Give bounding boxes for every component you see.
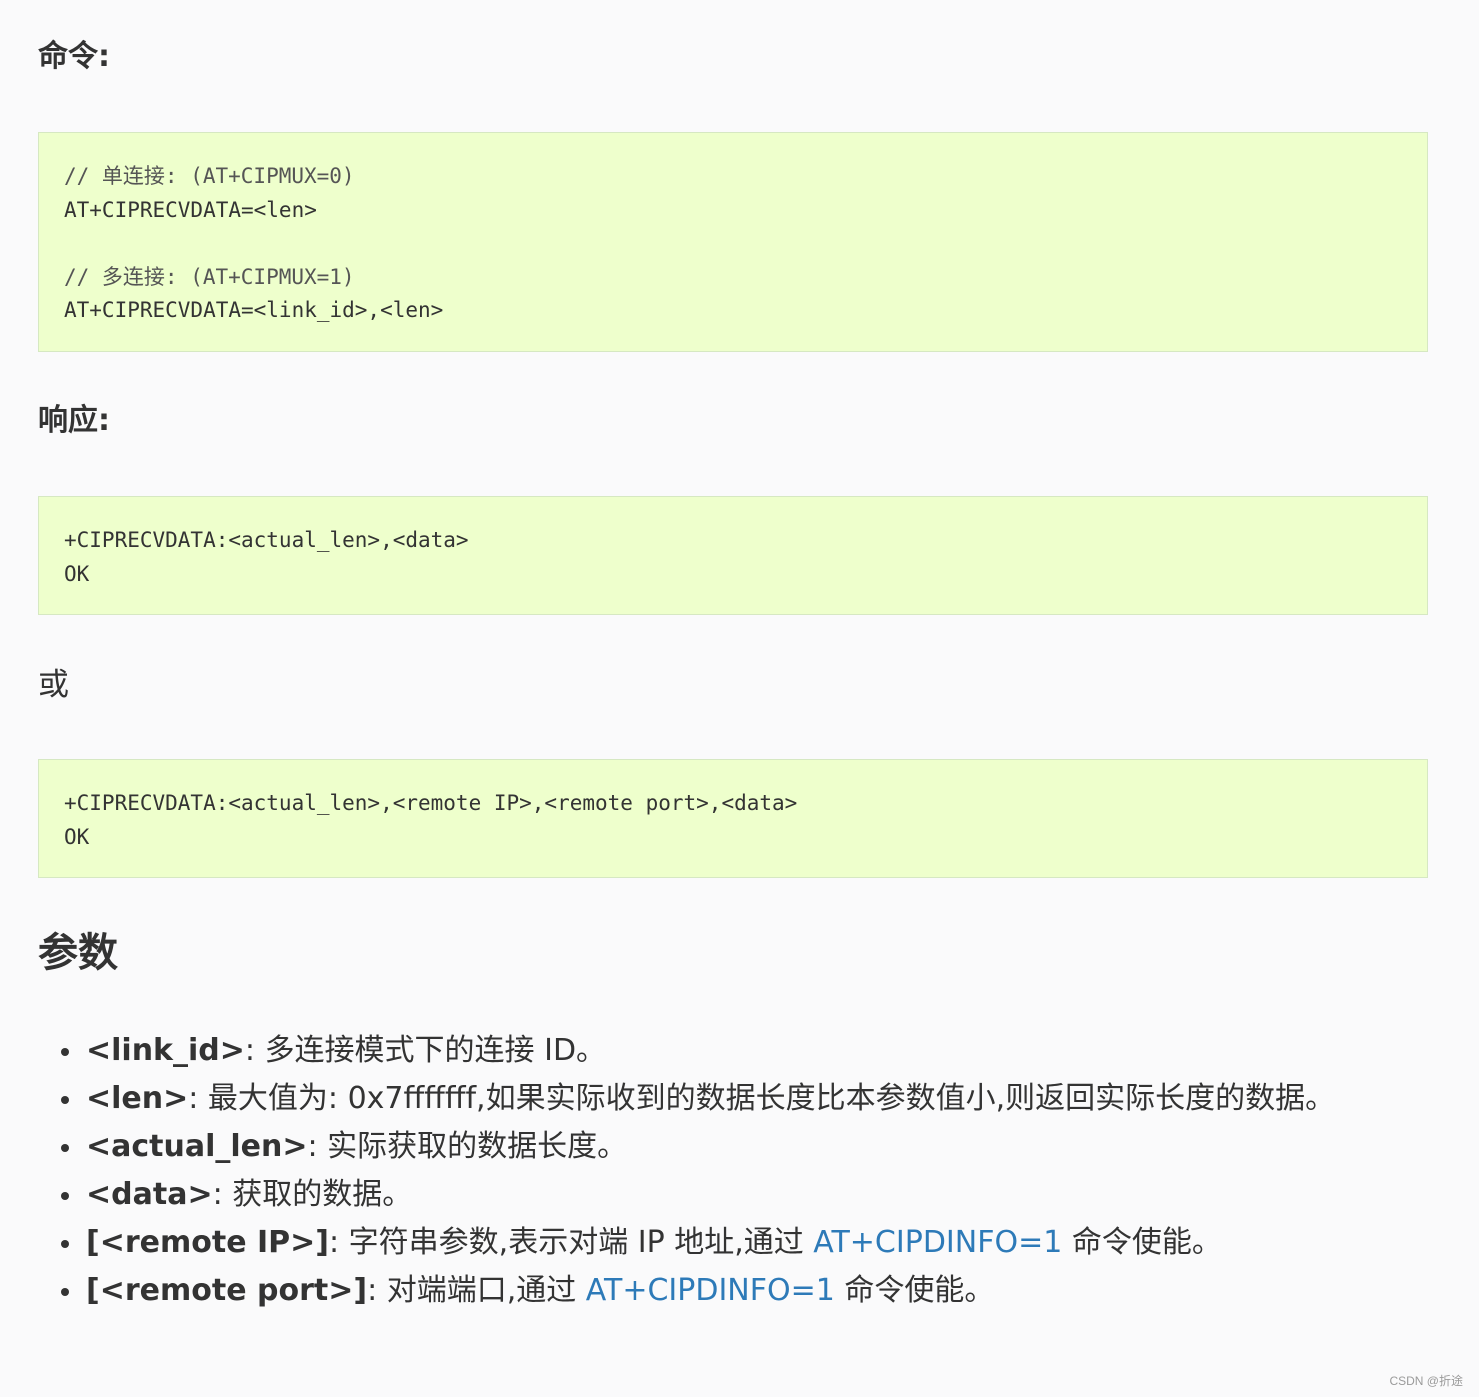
param-name: <len> bbox=[86, 1081, 189, 1116]
code-line: // 多连接: (AT+CIPMUX=1) bbox=[64, 264, 355, 289]
param-separator: : bbox=[188, 1081, 208, 1116]
code-line: +CIPRECVDATA:<actual_len>,<data> bbox=[64, 528, 469, 552]
response-code-block-2: +CIPRECVDATA:<actual_len>,<remote IP>,<r… bbox=[38, 759, 1428, 878]
param-description: 多连接模式下的连接 ID。 bbox=[264, 1033, 607, 1068]
code-line: AT+CIPRECVDATA=<len> bbox=[64, 197, 317, 222]
response-heading: 响应: bbox=[38, 403, 110, 438]
params-list: <link_id>: 多连接模式下的连接 ID。 <len>: 最大值为: 0x… bbox=[38, 1027, 1418, 1315]
param-description: 最大值为: 0x7fffffff,如果实际收到的数据长度比本参数值小,则返回实际… bbox=[207, 1081, 1336, 1116]
param-separator: : bbox=[244, 1033, 265, 1068]
list-item: <link_id>: 多连接模式下的连接 ID。 bbox=[38, 1027, 1418, 1075]
param-name: <actual_len> bbox=[86, 1129, 308, 1164]
bullet-icon bbox=[61, 1096, 69, 1104]
param-name: [<remote port>] bbox=[86, 1273, 368, 1308]
param-description: 字符串参数,表示对端 IP 地址,通过 bbox=[348, 1225, 814, 1260]
code-line: AT+CIPRECVDATA=<link_id>,<len> bbox=[64, 298, 444, 322]
param-description: 获取的数据。 bbox=[232, 1177, 413, 1212]
params-heading: 参数 bbox=[38, 930, 118, 976]
param-description-tail: 命令使能。 bbox=[1062, 1225, 1222, 1260]
cipdinfo-link[interactable]: AT+CIPDINFO=1 bbox=[813, 1225, 1062, 1260]
cipdinfo-link[interactable]: AT+CIPDINFO=1 bbox=[586, 1273, 835, 1308]
list-item: [<remote IP>]: 字符串参数,表示对端 IP 地址,通过 AT+CI… bbox=[38, 1219, 1418, 1267]
response-code-block-1: +CIPRECVDATA:<actual_len>,<data> OK bbox=[38, 496, 1428, 615]
bullet-icon bbox=[61, 1144, 69, 1152]
command-heading: 命令: bbox=[38, 39, 110, 74]
watermark: CSDN @折途 bbox=[1389, 1374, 1463, 1388]
list-item: <data>: 获取的数据。 bbox=[38, 1171, 1418, 1219]
param-name: <link_id> bbox=[86, 1033, 245, 1068]
bullet-icon bbox=[61, 1048, 69, 1056]
list-item: <actual_len>: 实际获取的数据长度。 bbox=[38, 1123, 1418, 1171]
bullet-icon bbox=[61, 1240, 69, 1248]
command-code-block: // 单连接: (AT+CIPMUX=0) AT+CIPRECVDATA=<le… bbox=[38, 132, 1428, 352]
param-name: [<remote IP>] bbox=[86, 1225, 329, 1260]
param-description-tail: 命令使能。 bbox=[834, 1273, 995, 1308]
param-separator: : bbox=[329, 1225, 349, 1260]
code-line: OK bbox=[64, 824, 90, 849]
param-separator: : bbox=[367, 1273, 387, 1308]
param-description: 对端端口,通过 bbox=[386, 1273, 586, 1308]
code-line: +CIPRECVDATA:<actual_len>,<remote IP>,<r… bbox=[64, 791, 798, 815]
param-separator: : bbox=[212, 1177, 233, 1212]
code-line: // 单连接: (AT+CIPMUX=0) bbox=[64, 164, 355, 188]
param-description: 实际获取的数据长度。 bbox=[327, 1129, 628, 1164]
param-separator: : bbox=[307, 1129, 328, 1164]
or-text: 或 bbox=[38, 667, 69, 703]
bullet-icon bbox=[61, 1288, 69, 1296]
param-name: <data> bbox=[86, 1177, 213, 1212]
list-item: [<remote port>]: 对端端口,通过 AT+CIPDINFO=1 命… bbox=[38, 1267, 1418, 1315]
code-line: OK bbox=[64, 561, 90, 586]
bullet-icon bbox=[61, 1192, 69, 1200]
list-item: <len>: 最大值为: 0x7fffffff,如果实际收到的数据长度比本参数值… bbox=[38, 1075, 1418, 1123]
